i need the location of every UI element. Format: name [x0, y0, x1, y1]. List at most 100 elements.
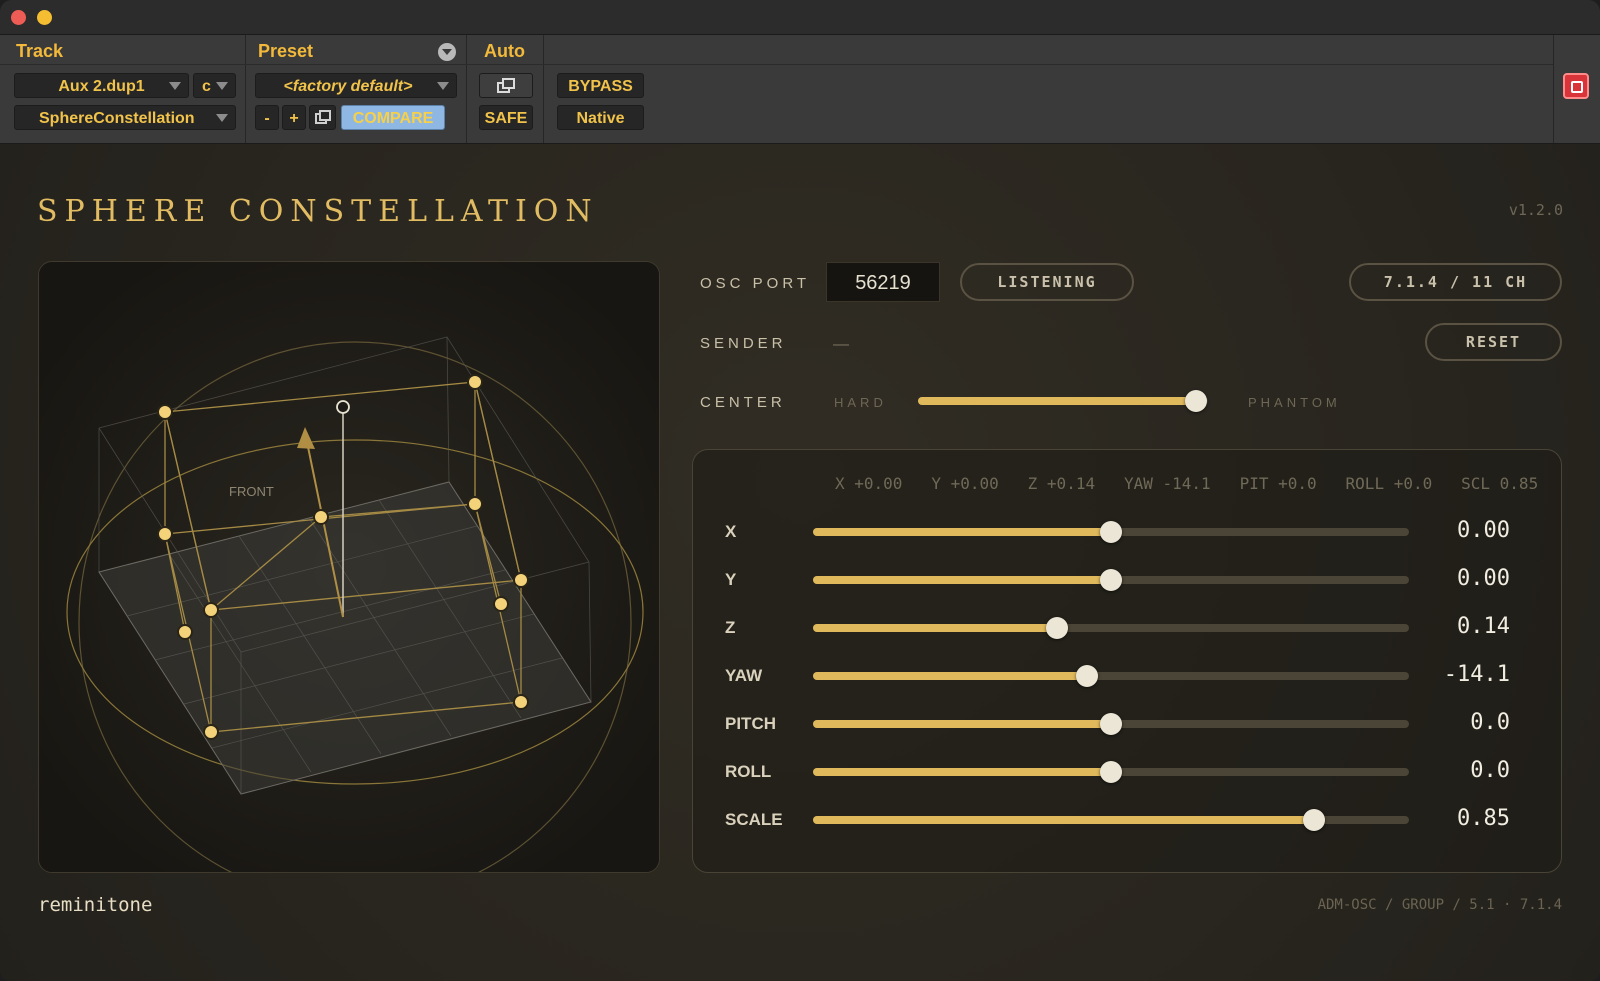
compare-button[interactable]: COMPARE	[341, 105, 445, 130]
sender-value: —	[833, 336, 849, 353]
param-slider-thumb[interactable]	[1100, 521, 1122, 543]
param-slider[interactable]	[813, 761, 1409, 783]
top-listener-marker	[336, 400, 350, 414]
speaker-node[interactable]	[157, 526, 173, 542]
window-icon	[497, 78, 515, 93]
track-name-dropdown[interactable]: Aux 2.dup1	[14, 73, 189, 98]
chevron-down-icon	[437, 82, 449, 90]
protocol-footer: ADM-OSC / GROUP / 5.1 · 7.1.4	[1317, 897, 1562, 913]
osc-port-label: OSC PORT	[700, 275, 811, 292]
param-slider-fill	[813, 672, 1088, 680]
transform-readout: X +0.00 Y +0.00 Z +0.14 YAW -14.1 PIT +0…	[835, 474, 1539, 493]
target-plugin-button[interactable]	[1563, 73, 1589, 99]
osc-port-input[interactable]: 56219	[826, 262, 940, 302]
version-label: v1.2.0	[1508, 201, 1563, 219]
param-slider-fill	[813, 624, 1058, 632]
speaker-node[interactable]	[203, 602, 219, 618]
speaker-node[interactable]	[467, 374, 483, 390]
chevron-down-icon	[216, 114, 228, 122]
param-value: 0.00	[1457, 518, 1510, 543]
channel-dropdown[interactable]: c	[193, 73, 236, 98]
format-selector[interactable]: 7.1.4 / 11 CH	[1349, 263, 1562, 301]
plugin-name: SphereConstellation	[39, 110, 195, 127]
preset-dropdown[interactable]: <factory default>	[255, 73, 457, 98]
sphere-viewport[interactable]: FRONT	[38, 261, 660, 873]
preset-menu-button[interactable]	[438, 43, 456, 61]
copy-icon	[314, 110, 331, 124]
param-slider-fill	[813, 576, 1111, 584]
param-label: Y	[725, 570, 737, 589]
center-slider-fill	[918, 397, 1197, 405]
native-indicator: Native	[557, 105, 644, 130]
center-label: CENTER	[700, 394, 786, 411]
param-slider[interactable]	[813, 617, 1409, 639]
safe-button[interactable]: SAFE	[479, 105, 533, 130]
speaker-node[interactable]	[313, 509, 329, 525]
param-slider-fill	[813, 720, 1111, 728]
next-preset-button[interactable]: +	[282, 105, 306, 130]
sender-label: SENDER	[700, 335, 787, 352]
listening-button[interactable]: LISTENING	[960, 263, 1134, 301]
preset-section: Preset <factory default> - + COMPARE	[245, 35, 467, 143]
param-label: Z	[725, 618, 736, 637]
brand-label: reminitone	[38, 894, 153, 916]
speaker-node[interactable]	[177, 624, 193, 640]
copy-settings-button[interactable]	[309, 105, 336, 130]
param-slider-fill	[813, 528, 1111, 536]
param-slider-thumb[interactable]	[1302, 809, 1325, 831]
param-value: 0.85	[1457, 806, 1510, 831]
param-slider[interactable]	[813, 713, 1409, 735]
plugin-window: Track Aux 2.dup1 c SphereConstellation P…	[0, 0, 1600, 981]
title-bar	[0, 0, 1600, 35]
param-label: SCALE	[725, 810, 783, 829]
param-value: 0.14	[1457, 614, 1510, 639]
preset-name: <factory default>	[283, 78, 413, 95]
param-label: YAW	[725, 666, 763, 685]
track-section: Track Aux 2.dup1 c SphereConstellation	[0, 35, 246, 143]
speaker-node[interactable]	[203, 724, 219, 740]
param-slider-fill	[813, 816, 1314, 824]
center-hard-label: HARD	[834, 395, 887, 410]
speaker-node[interactable]	[513, 694, 529, 710]
param-label: ROLL	[725, 762, 772, 781]
auto-label: Auto	[484, 41, 525, 61]
bypass-button[interactable]: BYPASS	[557, 73, 644, 98]
reset-button[interactable]: RESET	[1425, 323, 1562, 361]
param-slider-thumb[interactable]	[1076, 665, 1099, 687]
plugin-status-section: BYPASS Native	[543, 35, 1554, 143]
plugin-insert-dropdown[interactable]: SphereConstellation	[14, 105, 236, 130]
param-slider-thumb[interactable]	[1100, 761, 1122, 783]
plugin-body: SPHERE CONSTELLATION v1.2.0 FRONT OSC PO…	[0, 144, 1600, 981]
speaker-node[interactable]	[157, 404, 173, 420]
param-slider[interactable]	[813, 665, 1409, 687]
param-slider-thumb[interactable]	[1100, 569, 1122, 591]
previous-preset-button[interactable]: -	[255, 105, 279, 130]
speaker-node[interactable]	[513, 572, 529, 588]
front-label: FRONT	[229, 484, 274, 499]
track-label: Track	[16, 41, 64, 61]
center-slider[interactable]	[918, 390, 1208, 412]
param-slider-thumb[interactable]	[1100, 713, 1122, 735]
center-slider-thumb[interactable]	[1185, 390, 1208, 412]
close-window-button[interactable]	[11, 10, 26, 25]
chevron-down-icon	[169, 82, 181, 90]
param-slider[interactable]	[813, 809, 1409, 831]
param-slider[interactable]	[813, 569, 1409, 591]
track-name: Aux 2.dup1	[58, 78, 145, 95]
param-value: 0.00	[1457, 566, 1510, 591]
center-phantom-label: PHANTOM	[1248, 395, 1341, 410]
host-header: Track Aux 2.dup1 c SphereConstellation P…	[0, 35, 1600, 144]
chevron-down-icon	[216, 82, 228, 90]
plugin-title: SPHERE CONSTELLATION	[37, 194, 599, 229]
param-label: X	[725, 522, 737, 541]
param-slider[interactable]	[813, 521, 1409, 543]
minimize-window-button[interactable]	[37, 10, 52, 25]
speaker-node[interactable]	[467, 496, 483, 512]
param-value: 0.0	[1470, 710, 1510, 735]
param-slider-fill	[813, 768, 1111, 776]
param-value: 0.0	[1470, 758, 1510, 783]
sphere-visualization: FRONT	[39, 262, 659, 872]
automation-window-button[interactable]	[479, 73, 533, 98]
speaker-node[interactable]	[493, 596, 509, 612]
preset-label: Preset	[258, 41, 314, 61]
